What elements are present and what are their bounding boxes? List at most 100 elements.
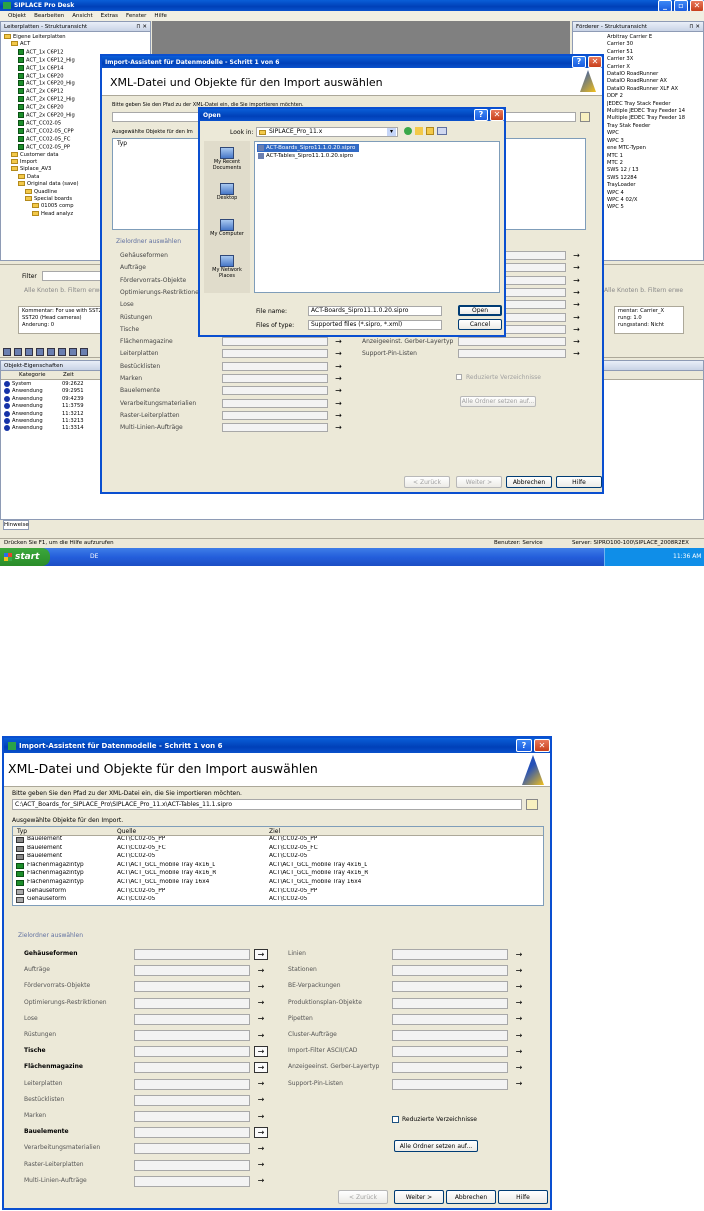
arrow-right-icon[interactable]: → bbox=[332, 337, 345, 347]
menu-item[interactable]: Objekt bbox=[8, 13, 26, 19]
list-item[interactable]: DataIO RoadRunner bbox=[607, 71, 700, 78]
target-row-input[interactable] bbox=[134, 1062, 250, 1074]
arrow-right-icon[interactable]: → bbox=[570, 337, 583, 347]
arrow-right-icon[interactable]: → bbox=[570, 288, 583, 298]
path-input[interactable]: C:\ACT_Boards_for_SIPLACE_Pro\SIPLACE_Pr… bbox=[12, 799, 522, 810]
list-item[interactable]: WPC 3 bbox=[607, 138, 700, 145]
arrow-right-icon[interactable]: → bbox=[254, 1176, 268, 1187]
arrow-right-icon[interactable]: → bbox=[254, 1095, 268, 1106]
all-folders-button[interactable]: Alle Ordner setzen auf... bbox=[460, 396, 536, 407]
table-row[interactable]: Bauelement ACT\CC02-05_PP ACT\CC02-05_PP bbox=[13, 836, 543, 845]
menu-item[interactable]: Extras bbox=[101, 13, 118, 19]
up-folder-icon[interactable] bbox=[415, 127, 423, 135]
arrow-right-icon[interactable]: → bbox=[254, 949, 268, 960]
target-row-input[interactable] bbox=[222, 398, 328, 408]
taskbar-lang[interactable]: DE bbox=[90, 553, 98, 560]
back-icon[interactable] bbox=[404, 127, 412, 135]
file-type-select[interactable]: Supported files (*.sipro, *.xml) bbox=[308, 320, 442, 330]
target-row-input[interactable] bbox=[134, 1111, 250, 1122]
arrow-right-icon[interactable]: → bbox=[332, 411, 345, 421]
views-icon[interactable] bbox=[437, 127, 447, 135]
list-item[interactable]: MTC 1 bbox=[607, 153, 700, 160]
list-item[interactable]: Carrier X bbox=[607, 64, 700, 71]
table-row[interactable]: Bauelement ACT\CC02-05 ACT\CC02-05 bbox=[13, 853, 543, 862]
arrow-right-icon[interactable]: → bbox=[512, 998, 526, 1009]
list-item[interactable]: TrayLoader bbox=[607, 182, 700, 189]
table-row[interactable]: Flächenmagazintyp ACT\ACT_GCL_mobile Tray… bbox=[13, 870, 543, 879]
next-button[interactable]: Weiter > bbox=[456, 476, 502, 488]
open-button[interactable]: Open bbox=[458, 305, 502, 316]
next-large-button[interactable]: Weiter > bbox=[394, 1190, 444, 1204]
place-1[interactable]: My Recent Documents bbox=[204, 147, 250, 171]
target-row-input[interactable] bbox=[134, 1127, 250, 1139]
table-row[interactable]: Gehäuseform ACT\CC02-05 ACT\CC02-05 bbox=[13, 896, 543, 905]
target-row-input[interactable] bbox=[392, 949, 508, 960]
pin-icon[interactable]: ⊓ ✕ bbox=[136, 24, 147, 30]
arrow-right-icon[interactable]: → bbox=[254, 1143, 268, 1154]
list-item[interactable]: WPC 4 bbox=[607, 190, 700, 197]
target-row-input[interactable] bbox=[392, 1062, 508, 1074]
target-row-input[interactable] bbox=[392, 1013, 508, 1025]
list-item[interactable]: DDF 2 bbox=[607, 93, 700, 100]
target-row-input[interactable] bbox=[392, 1046, 508, 1058]
col-quelle-header[interactable]: Quelle bbox=[117, 828, 136, 835]
arrow-right-icon[interactable]: → bbox=[254, 965, 268, 976]
wizard-close-button[interactable]: ✕ bbox=[588, 56, 602, 68]
open-close-button[interactable]: ✕ bbox=[490, 109, 504, 121]
col-ziel-header[interactable]: Ziel bbox=[269, 828, 280, 835]
tree-item[interactable]: Eigene Leiterplatten bbox=[4, 34, 147, 41]
help-large-button[interactable]: Hilfe bbox=[498, 1190, 548, 1204]
arrow-right-icon[interactable]: → bbox=[254, 1079, 268, 1090]
table-row[interactable]: Gehäuseform ACT\CC02-05_PP ACT\CC02-05_PP bbox=[13, 888, 543, 897]
list-item[interactable]: Multiple JEDEC Tray Feeder 18 bbox=[607, 115, 700, 122]
feeder-filter-reset-checkbox[interactable]: Alle Knoten b. Filtern erwe bbox=[604, 287, 683, 294]
arrow-right-icon[interactable]: → bbox=[512, 1030, 526, 1041]
zoom-icon[interactable] bbox=[14, 348, 22, 356]
col-zeit[interactable]: Zeit bbox=[59, 372, 74, 378]
target-row-input[interactable] bbox=[392, 1030, 508, 1041]
target-row-input[interactable] bbox=[222, 337, 328, 347]
tree-item[interactable]: ACT bbox=[4, 41, 147, 48]
arrow-right-icon[interactable]: → bbox=[570, 325, 583, 335]
file-name-input[interactable]: ACT-Boards_Sipro11.1.0.20.sipro bbox=[308, 306, 442, 316]
reduced-directories-checkbox[interactable] bbox=[392, 1116, 399, 1123]
target-row-input[interactable] bbox=[392, 1078, 508, 1090]
list-item[interactable]: MTC 2 bbox=[607, 160, 700, 167]
wizard-help-title-button[interactable]: ? bbox=[516, 739, 532, 752]
target-row-input[interactable] bbox=[134, 997, 250, 1009]
board-icon[interactable] bbox=[36, 348, 44, 356]
menu-item[interactable]: Hilfe bbox=[154, 13, 167, 19]
arrow-right-icon[interactable]: → bbox=[570, 276, 583, 286]
arrow-right-icon[interactable]: → bbox=[570, 349, 583, 359]
target-row-input[interactable] bbox=[134, 949, 250, 960]
arrow-right-icon[interactable]: → bbox=[512, 949, 526, 960]
print-icon[interactable] bbox=[47, 348, 55, 356]
target-row-input[interactable] bbox=[222, 386, 328, 396]
table-icon[interactable] bbox=[58, 348, 66, 356]
file-item[interactable]: ACT-Boards_Sipro11.1.0.20.sipro bbox=[257, 144, 359, 152]
arrow-right-icon[interactable]: → bbox=[254, 1046, 268, 1058]
grid-icon[interactable] bbox=[3, 348, 11, 356]
target-row-input[interactable] bbox=[134, 1046, 250, 1058]
place-4[interactable]: My Network Places bbox=[204, 255, 250, 279]
arrow-right-icon[interactable]: → bbox=[512, 1062, 526, 1073]
list-item[interactable]: ene MTC-Typen bbox=[607, 145, 700, 152]
help-title-button[interactable]: ? bbox=[572, 56, 586, 68]
arrow-right-icon[interactable]: → bbox=[332, 374, 345, 384]
arrow-right-icon[interactable]: → bbox=[254, 1160, 268, 1171]
browse-icon[interactable] bbox=[580, 112, 590, 122]
target-row-input[interactable] bbox=[134, 1143, 250, 1155]
target-row-input[interactable] bbox=[222, 410, 328, 420]
list-item[interactable]: Tray Stak Feeder bbox=[607, 123, 700, 130]
table-row[interactable]: Flächenmagazintyp ACT\ACT_GCL_mobile Tray… bbox=[13, 862, 543, 871]
arrow-right-icon[interactable]: → bbox=[570, 251, 583, 261]
arrow-right-icon[interactable]: → bbox=[512, 1014, 526, 1025]
arrow-right-icon[interactable]: → bbox=[512, 981, 526, 992]
back-large-button[interactable]: < Zurück bbox=[338, 1190, 388, 1204]
target-row-input[interactable] bbox=[392, 981, 508, 993]
col-kategorie[interactable]: Kategorie bbox=[1, 372, 59, 378]
chevron-down-icon[interactable]: ▾ bbox=[387, 128, 396, 136]
cancel-button[interactable]: Abbrechen bbox=[506, 476, 552, 488]
col-typ[interactable]: Typ bbox=[117, 140, 127, 147]
menu-item[interactable]: Fenster bbox=[126, 13, 146, 19]
